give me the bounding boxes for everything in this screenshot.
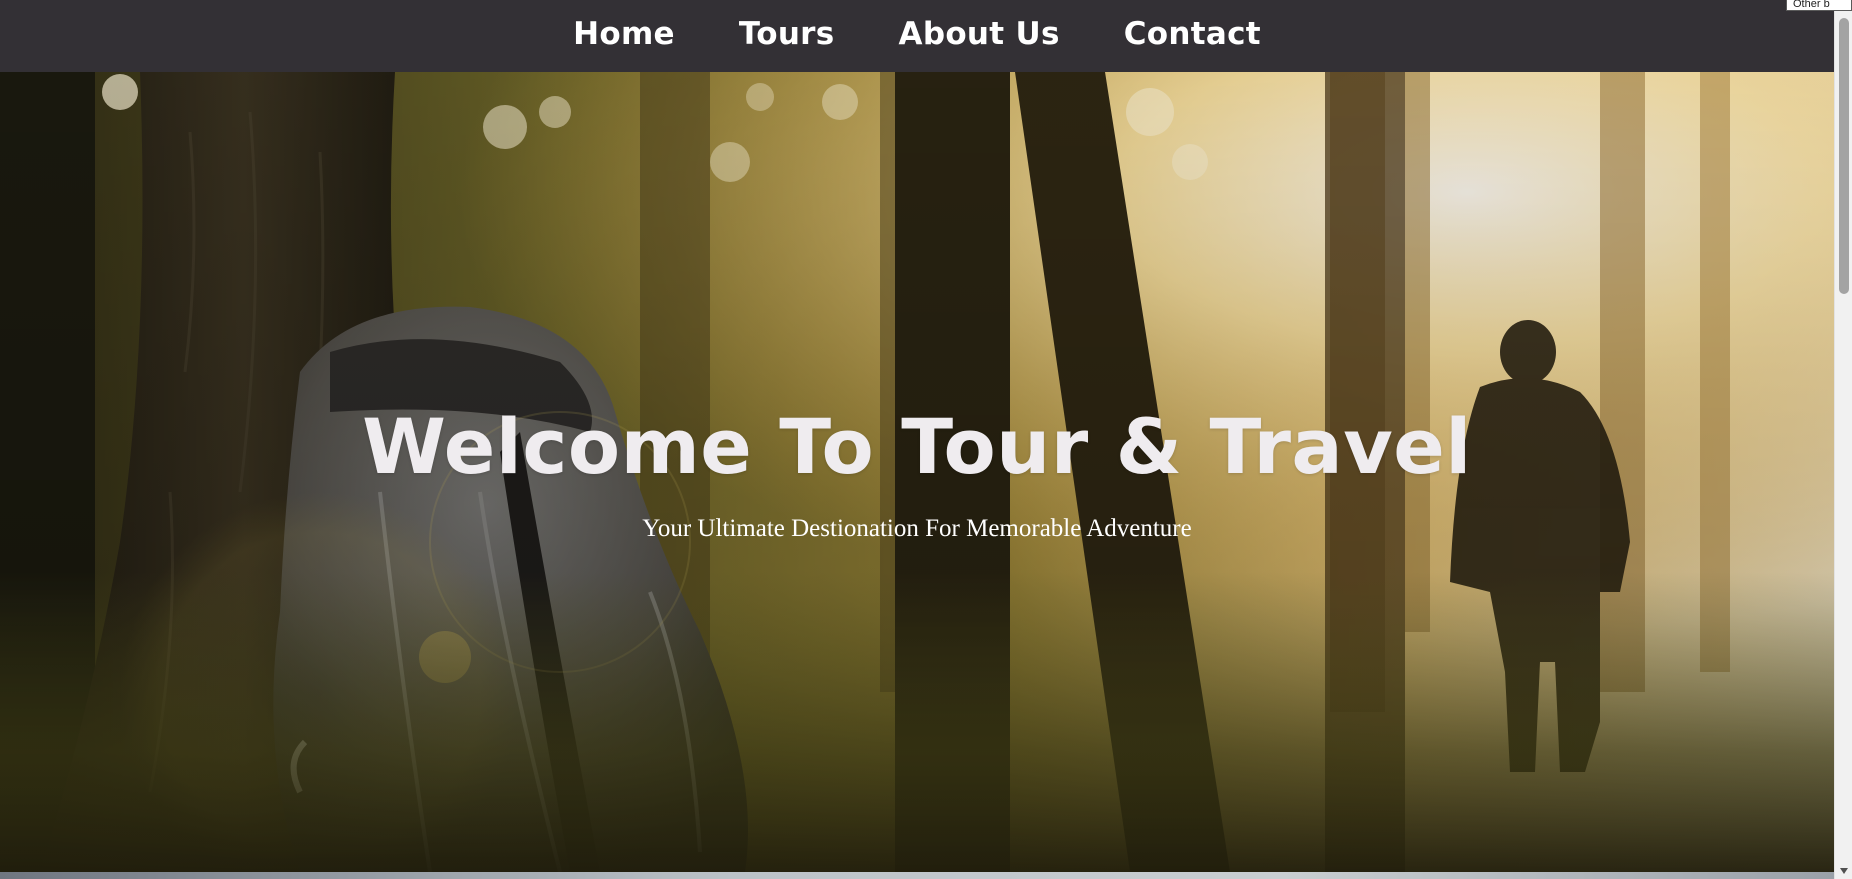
hero-subtitle: Your Ultimate Destionation For Memorable… <box>642 515 1192 542</box>
scroll-down-arrow[interactable] <box>1835 863 1852 879</box>
nav-link-home[interactable]: Home <box>573 16 675 52</box>
triangle-down-icon <box>1840 868 1848 874</box>
main-navbar: Home Tours About Us Contact <box>0 0 1834 72</box>
scrollbar-thumb[interactable] <box>1839 18 1849 294</box>
nav-link-about-us[interactable]: About Us <box>899 16 1060 52</box>
corner-overlay-button[interactable]: Other b <box>1786 0 1852 11</box>
vertical-scrollbar[interactable] <box>1834 0 1852 879</box>
hero-title: Welcome To Tour & Travel <box>362 402 1472 491</box>
hero-section: Welcome To Tour & Travel Your Ultimate D… <box>0 72 1834 872</box>
nav-link-contact[interactable]: Contact <box>1124 16 1261 52</box>
page: Home Tours About Us Contact Welcome To T… <box>0 0 1852 879</box>
next-section-edge <box>0 872 1834 879</box>
nav-link-tours[interactable]: Tours <box>739 16 835 52</box>
